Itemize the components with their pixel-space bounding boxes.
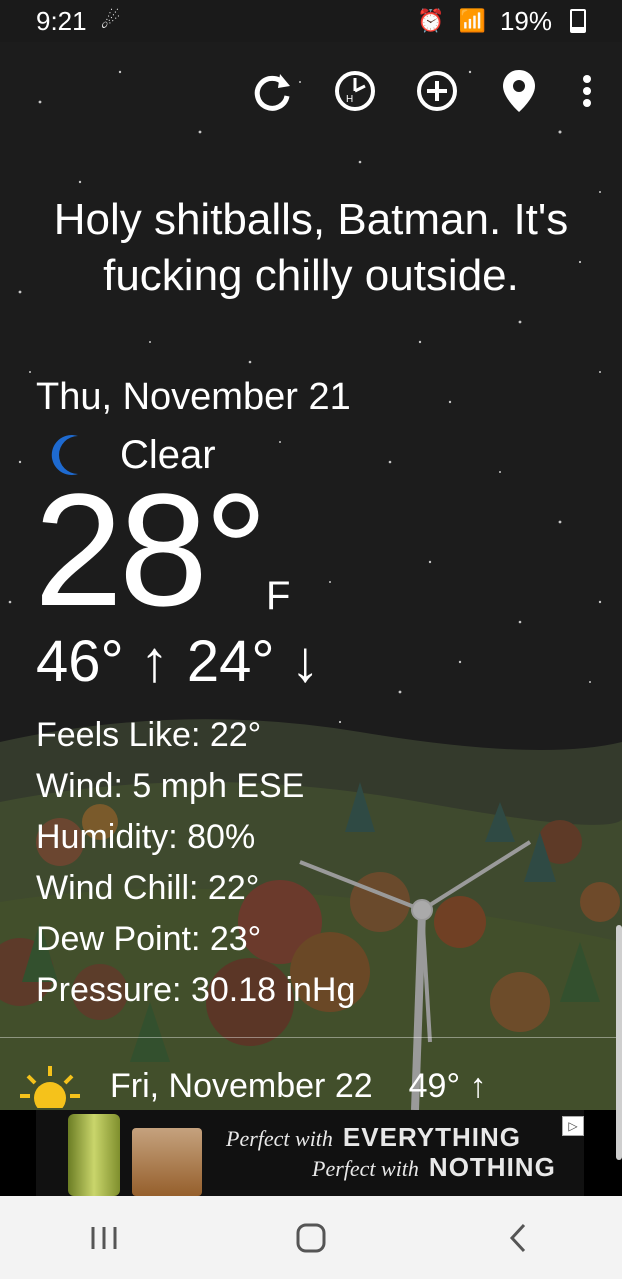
back-icon xyxy=(510,1223,526,1252)
alarm-icon: ⏰ xyxy=(417,8,445,33)
refresh-button[interactable] xyxy=(244,68,302,114)
history-icon: H xyxy=(335,71,375,111)
overflow-menu-button[interactable] xyxy=(572,68,602,114)
toolbar: H xyxy=(244,68,602,114)
forecast-date: Fri, November 22 xyxy=(110,1066,373,1105)
ad-glass-image xyxy=(132,1128,202,1196)
wind-chill: Wind Chill: 22° xyxy=(36,869,260,907)
weather-details: Feels Like: 22° Wind: 5 mph ESE Humidity… xyxy=(36,710,355,1016)
high-low: 46° ↑ 24° ↓ xyxy=(36,628,320,695)
home-icon xyxy=(296,1223,326,1252)
ad-banner[interactable]: Perfect with EVERYTHING Perfect with NOTHI… xyxy=(0,1110,622,1196)
history-button[interactable]: H xyxy=(326,68,384,114)
recent-apps-button[interactable] xyxy=(64,1208,144,1268)
more-vert-icon xyxy=(583,75,591,107)
ad-line-2-big: NOTHING xyxy=(428,1152,556,1182)
current-temperature: 28° xyxy=(34,460,268,639)
location-pin-icon xyxy=(503,70,535,112)
add-location-icon xyxy=(417,71,457,111)
navigation-bar xyxy=(0,1196,622,1279)
ad-line-1-lead: Perfect with xyxy=(226,1126,333,1151)
add-location-button[interactable] xyxy=(408,68,466,114)
svg-text:H: H xyxy=(346,94,353,105)
ad-creative[interactable]: Perfect with EVERYTHING Perfect with NOTHI… xyxy=(36,1110,584,1196)
low-temperature: 24° ↓ xyxy=(186,629,320,694)
wind: Wind: 5 mph ESE xyxy=(36,767,305,805)
forecast-high: 49° ↑ xyxy=(408,1066,487,1105)
notification-icon: ☄ xyxy=(100,8,121,33)
ad-line-2-lead: Perfect with xyxy=(312,1156,419,1181)
ad-can-image xyxy=(68,1114,120,1196)
app-screen: 9:21 ☄ ⏰ 📶 19% H Holy shitballs, Batman.… xyxy=(0,0,622,1279)
battery-icon xyxy=(570,9,586,33)
status-bar: 9:21 ☄ ⏰ 📶 19% xyxy=(0,0,622,42)
high-temperature: 46° ↑ xyxy=(36,629,169,694)
feels-like: Feels Like: 22° xyxy=(36,716,262,754)
back-button[interactable] xyxy=(478,1208,558,1268)
refresh-icon xyxy=(254,74,290,111)
forecast-row[interactable]: Fri, November 22 49° ↑ xyxy=(20,1064,487,1108)
location-button[interactable] xyxy=(490,68,548,114)
pressure: Pressure: 30.18 inHg xyxy=(36,971,356,1009)
battery-percent: 19% xyxy=(499,5,552,36)
ad-line-2: Perfect with NOTHING xyxy=(312,1152,556,1183)
scrollbar[interactable] xyxy=(616,925,622,1160)
temperature-unit: F xyxy=(266,574,291,618)
snarky-headline: Holy shitballs, Batman. It's fucking chi… xyxy=(53,195,569,300)
ad-line-1-big: EVERYTHING xyxy=(342,1122,521,1152)
ad-line-1: Perfect with EVERYTHING xyxy=(226,1122,521,1153)
dew-point: Dew Point: 23° xyxy=(36,920,262,958)
divider xyxy=(0,1037,622,1038)
adchoices-icon[interactable]: ▷ xyxy=(562,1116,584,1136)
home-button[interactable] xyxy=(271,1208,351,1268)
humidity: Humidity: 80% xyxy=(36,818,256,856)
status-time: 9:21 xyxy=(36,5,87,36)
recent-apps-icon xyxy=(91,1226,117,1249)
wifi-icon: 📶 xyxy=(458,8,486,33)
sun-icon xyxy=(20,1066,80,1108)
current-date: Thu, November 21 xyxy=(36,376,351,418)
